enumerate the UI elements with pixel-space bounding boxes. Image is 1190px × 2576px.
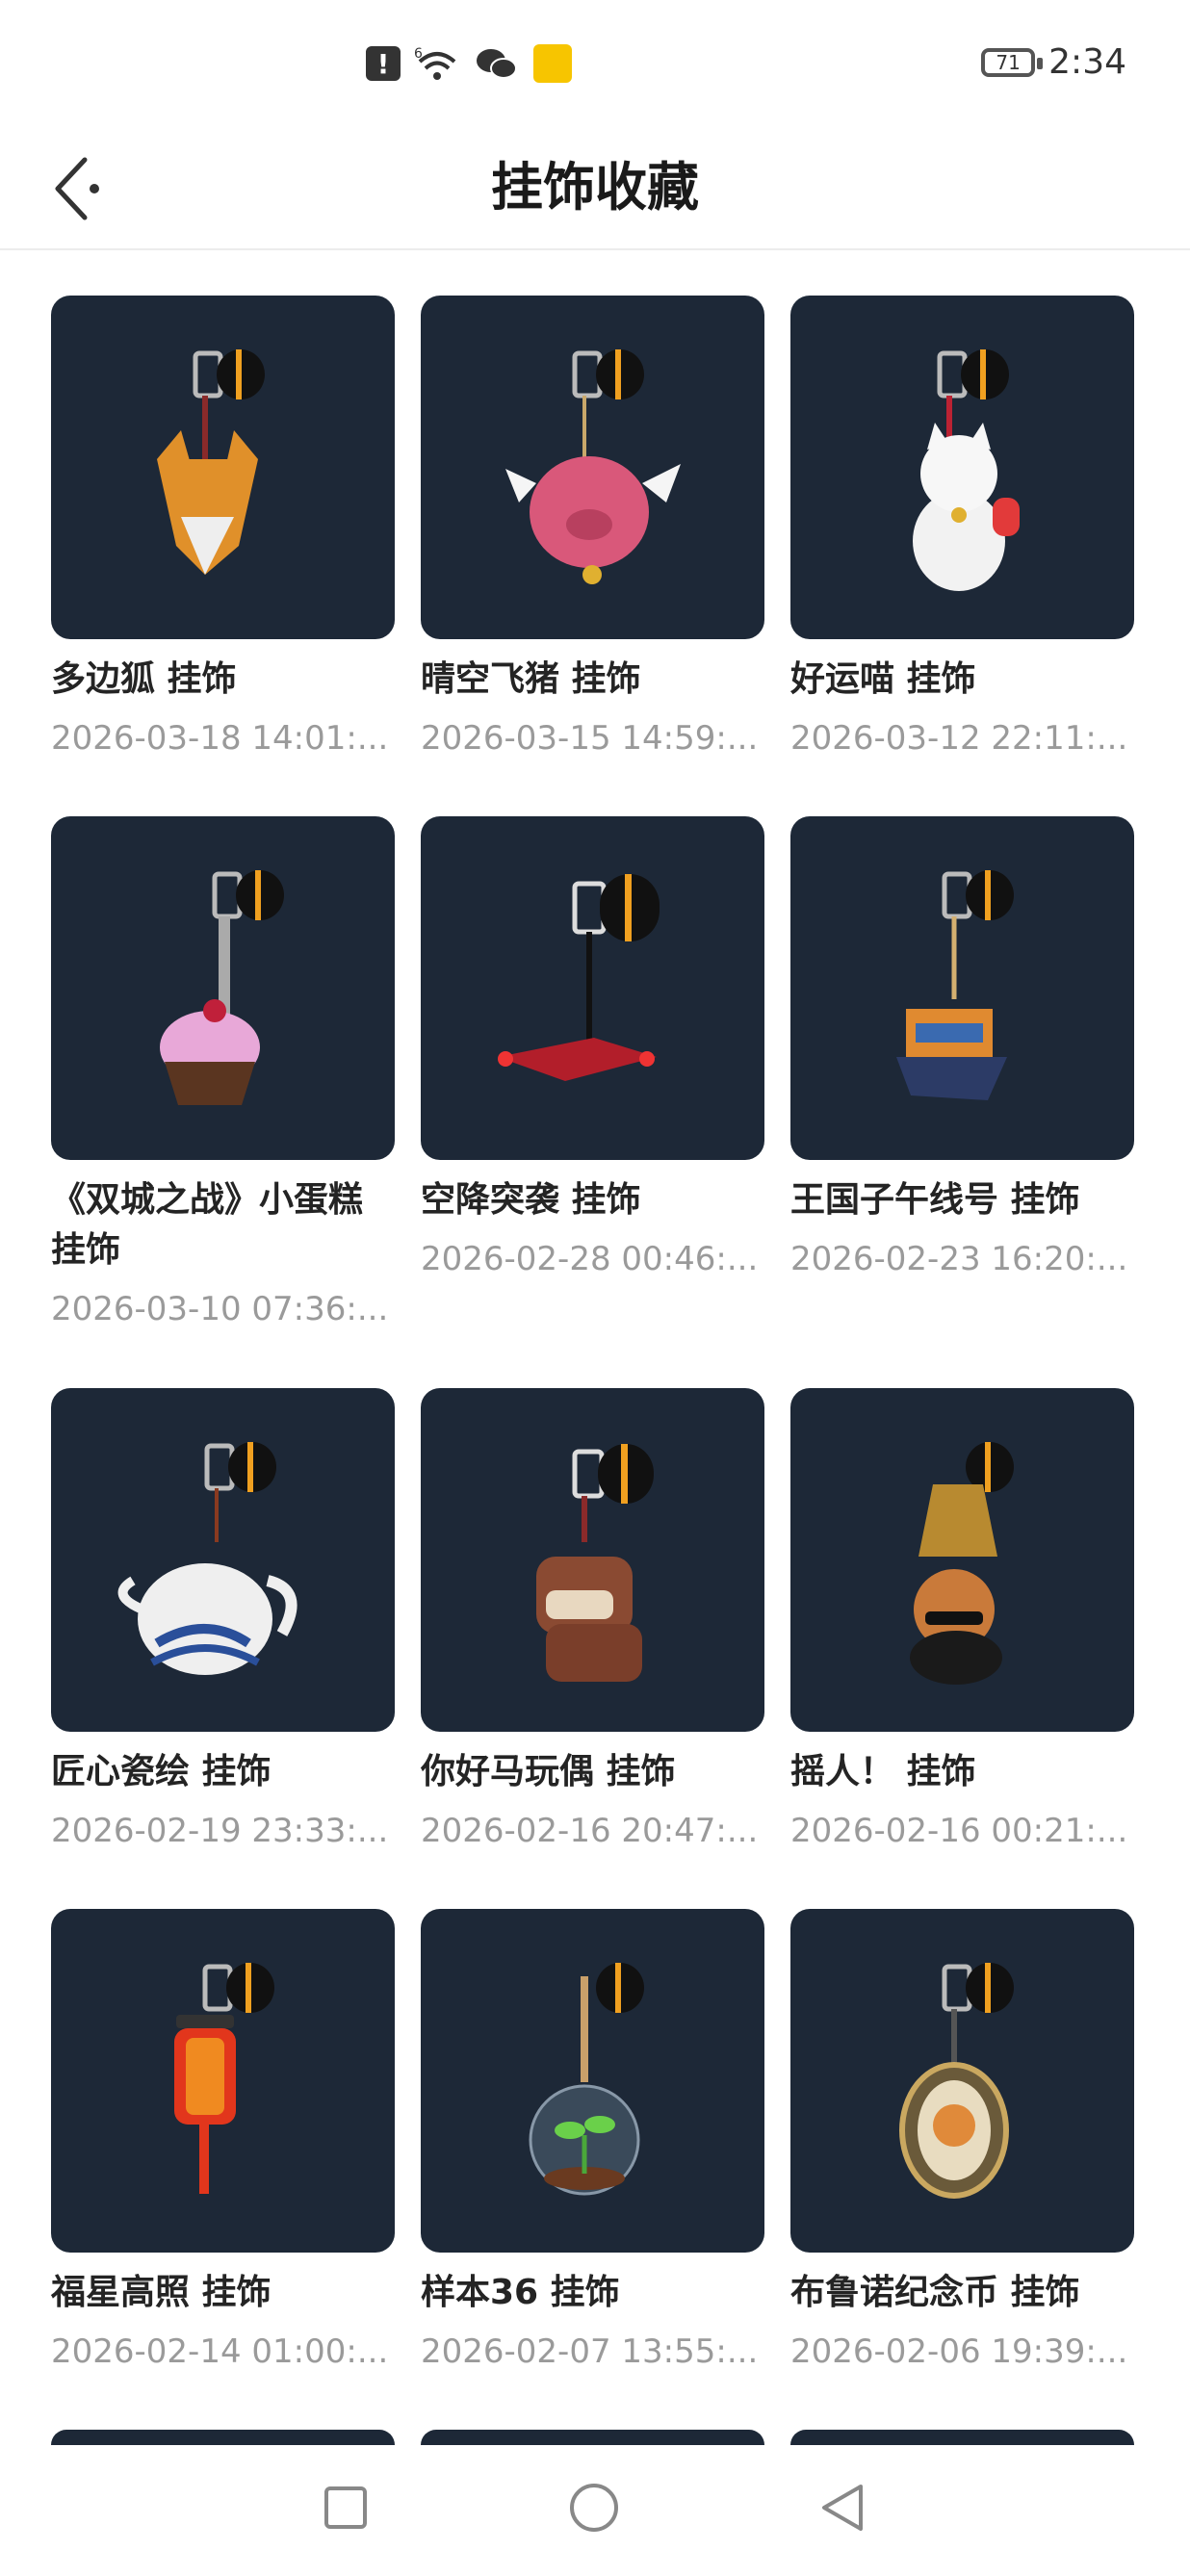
fox-charm-image — [157, 349, 265, 575]
charm-date: 2026-02-14 01:00:... — [51, 2332, 389, 2371]
charm-card[interactable]: 空降突袭 挂饰 2026-02-28 00:46:... — [421, 816, 764, 1283]
charm-name: 好运喵 挂饰 — [790, 659, 976, 699]
clock: 2:34 — [1048, 42, 1126, 82]
charm-name: 《双城之战》小蛋糕挂饰 — [51, 1180, 364, 1270]
charm-card[interactable]: 多边狐 挂饰 2026-03-18 14:01:... — [51, 296, 395, 762]
charm-card[interactable]: 王国子午线号 挂饰 2026-02-23 16:20:... — [790, 816, 1134, 1283]
wechat-icon — [477, 49, 517, 79]
charm-date: 2026-02-16 20:47:... — [421, 1812, 759, 1850]
lucky-cat-charm-image — [913, 349, 1020, 591]
charm-card[interactable]: 匠心瓷绘 挂饰 2026-02-19 23:33:... — [51, 1388, 395, 1855]
charm-thumbnail[interactable] — [790, 816, 1134, 1160]
home-button[interactable] — [560, 2474, 628, 2541]
charm-card[interactable]: 好运喵 挂饰 2026-03-12 22:11:... — [790, 296, 1134, 762]
page-header: 挂饰收藏 — [0, 125, 1190, 250]
charm-thumbnail[interactable] — [790, 296, 1134, 639]
charm-thumbnail[interactable] — [421, 816, 764, 1160]
charm-card[interactable]: 《双城之战》小蛋糕挂饰 2026-03-10 07:36:... — [51, 816, 395, 1333]
charm-card-peek[interactable] — [421, 2430, 764, 2445]
flying-pig-charm-image — [505, 349, 681, 584]
ship-charm-image — [896, 870, 1014, 1100]
system-nav-bar — [0, 2445, 1190, 2576]
porcelain-teapot-charm-image — [117, 1442, 298, 1675]
app-notification-icon — [533, 44, 572, 83]
charm-thumbnail[interactable] — [790, 1388, 1134, 1732]
status-right: 71 2:34 — [981, 42, 1126, 82]
charm-card[interactable]: 晴空飞猪 挂饰 2026-03-15 14:59:... — [421, 296, 764, 762]
bell-bear-charm-image — [910, 1442, 1014, 1685]
airdrop-charm-image — [498, 874, 660, 1081]
charm-name: 布鲁诺纪念币 挂饰 — [790, 2273, 1080, 2312]
horse-plush-charm-image — [536, 1444, 654, 1682]
charm-card[interactable]: 你好马玩偶 挂饰 2026-02-16 20:47:... — [421, 1388, 764, 1855]
lantern-charm-image — [174, 1963, 274, 2194]
recent-apps-button[interactable] — [312, 2474, 379, 2541]
charm-name: 王国子午线号 挂饰 — [790, 1180, 1080, 1220]
charm-name: 样本36 挂饰 — [421, 2273, 620, 2312]
cupcake-charm-image — [160, 870, 284, 1105]
square-icon — [324, 2486, 367, 2529]
status-icons: ! 6 — [366, 44, 572, 83]
triangle-back-icon — [822, 2485, 863, 2531]
charm-name: 多边狐 挂饰 — [51, 659, 237, 699]
circle-icon — [570, 2484, 618, 2532]
charm-date: 2026-03-15 14:59:... — [421, 719, 759, 758]
charm-date: 2026-02-06 19:39:... — [790, 2332, 1128, 2371]
charm-date: 2026-02-23 16:20:... — [790, 1240, 1128, 1278]
charm-thumbnail[interactable] — [51, 1909, 395, 2253]
charm-card[interactable]: 摇人！ 挂饰 2026-02-16 00:21:... — [790, 1388, 1134, 1855]
charm-name: 空降突袭 挂饰 — [421, 1180, 641, 1220]
charm-card[interactable]: 样本36 挂饰 2026-02-07 13:55:... — [421, 1909, 764, 2376]
charm-date: 2026-02-07 13:55:... — [421, 2332, 759, 2371]
charm-date: 2026-03-10 07:36:... — [51, 1290, 389, 1328]
charm-date: 2026-02-16 00:21:... — [790, 1812, 1128, 1850]
charm-date: 2026-02-28 00:46:... — [421, 1240, 759, 1278]
charm-thumbnail[interactable] — [51, 1388, 395, 1732]
back-nav-button[interactable] — [809, 2474, 876, 2541]
battery-icon: 71 — [981, 47, 1044, 77]
charm-name: 福星高照 挂饰 — [51, 2273, 272, 2312]
page-title: 挂饰收藏 — [491, 157, 699, 218]
charm-thumbnail[interactable] — [421, 1909, 764, 2253]
alert-icon: ! — [366, 46, 401, 81]
battery-level: 71 — [996, 50, 1021, 74]
charm-name: 匠心瓷绘 挂饰 — [51, 1752, 272, 1791]
wifi-icon: 6 — [414, 46, 456, 80]
charm-card[interactable]: 福星高照 挂饰 2026-02-14 01:00:... — [51, 1909, 395, 2376]
charm-date: 2026-03-12 22:11:... — [790, 719, 1128, 758]
charm-thumbnail[interactable] — [51, 296, 395, 639]
charm-thumbnail[interactable] — [421, 296, 764, 639]
charm-thumbnail[interactable] — [421, 1388, 764, 1732]
charm-date: 2026-03-18 14:01:... — [51, 719, 389, 758]
charm-name: 晴空飞猪 挂饰 — [421, 659, 641, 699]
status-bar: ! 6 71 2:34 — [0, 0, 1190, 125]
charm-date: 2026-02-19 23:33:... — [51, 1812, 389, 1850]
charm-thumbnail[interactable] — [51, 816, 395, 1160]
terrarium-charm-image — [529, 1963, 644, 2196]
charm-name: 你好马玩偶 挂饰 — [421, 1752, 676, 1791]
charm-name: 摇人！ 挂饰 — [790, 1752, 976, 1791]
corgi-coin-charm-image — [899, 1963, 1014, 2199]
charm-card[interactable]: 布鲁诺纪念币 挂饰 2026-02-06 19:39:... — [790, 1909, 1134, 2376]
charm-thumbnail[interactable] — [790, 1909, 1134, 2253]
charm-card-peek[interactable] — [790, 2430, 1134, 2445]
charm-card-peek[interactable] — [51, 2430, 395, 2445]
